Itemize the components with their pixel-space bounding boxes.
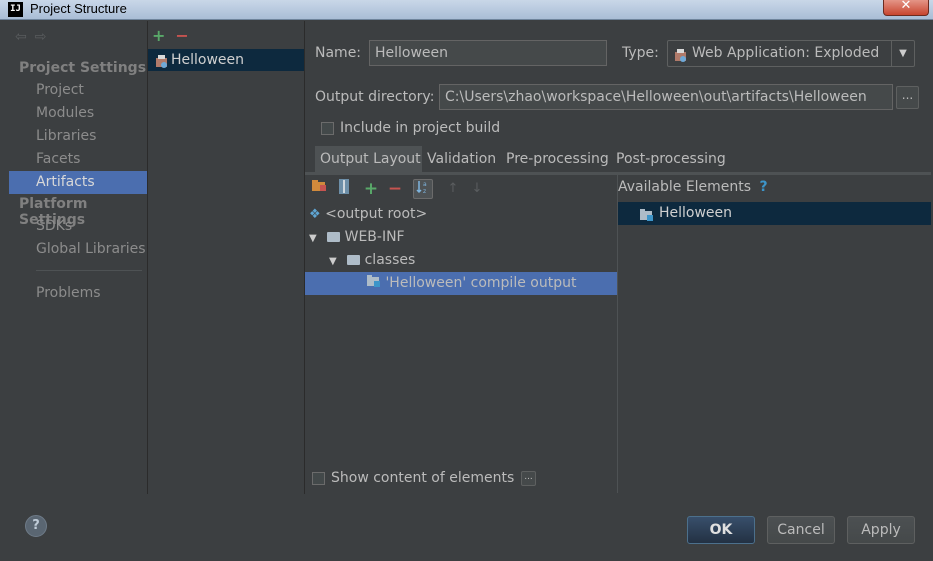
create-directory-icon[interactable] [309,179,329,199]
tree-row-output-root[interactable]: ❖ <output root> [305,203,617,226]
back-arrow-icon[interactable]: ⇦ [15,29,27,45]
tree-row-label: classes [364,252,416,268]
project-structure-dialog: IJ Project Structure ✕ ⇦ ⇨ Project Settin… [0,0,933,561]
dialog-button-bar: ? OK Cancel Apply [0,494,933,561]
output-directory-field[interactable]: C:\Users\zhao\workspace\Helloween\out\ar… [439,84,893,110]
tree-row-web-inf[interactable]: ▼ WEB-INF [305,226,617,249]
expand-arrow-icon[interactable]: ▼ [329,256,337,267]
module-folder-icon [640,206,654,228]
available-elements-label: Available Elements [618,179,752,195]
nav-item-artifacts[interactable]: Artifacts [9,171,147,194]
nav-item-facets[interactable]: Facets [9,148,147,171]
type-combo[interactable]: Web Application: Exploded ▼ [667,40,915,67]
expand-arrow-icon[interactable]: ▼ [309,233,317,244]
ok-button[interactable]: OK [687,516,755,544]
module-output-icon [367,275,385,291]
tab-pre-processing[interactable]: Pre-processing [501,146,614,173]
available-elements-title: Available Elements ? [618,179,768,195]
folder-icon [327,232,341,242]
project-settings-header: Project Settings [19,60,147,76]
include-in-build-label: Include in project build [340,120,501,136]
artifact-item[interactable]: Helloween [148,49,304,71]
add-element-button[interactable]: + [361,179,381,199]
create-archive-icon[interactable] [334,179,354,199]
web-artifact-icon [155,53,168,75]
svg-text:a: a [423,181,427,188]
output-directory-label: Output directory: [315,89,435,105]
available-element-label: Helloween [659,205,733,221]
move-up-icon[interactable]: ↑ [443,179,463,199]
close-button[interactable]: ✕ [883,0,929,16]
tree-row-label: <output root> [325,206,428,222]
type-label: Type: [622,45,659,61]
dropdown-arrow-icon: ▼ [891,41,914,66]
nav-item-project[interactable]: Project [9,79,147,102]
show-content-label: Show content of elements [331,470,515,486]
artifact-label: Helloween [171,52,245,68]
artifacts-list-panel: + − Helloween [148,21,304,493]
intellij-icon: IJ [8,2,23,17]
move-down-icon[interactable]: ↓ [467,179,487,199]
nav-item-modules[interactable]: Modules [9,102,147,125]
tab-validation[interactable]: Validation [422,146,502,173]
include-in-build-checkbox[interactable] [321,122,334,135]
artifacts-toolbar: + − [152,26,189,45]
tab-output-layout[interactable]: Output Layout [315,146,426,173]
browse-button[interactable]: ... [896,86,919,109]
tree-row-classes[interactable]: ▼ classes [305,249,617,272]
type-value: Web Application: Exploded [692,45,880,61]
nav-item-global-libraries[interactable]: Global Libraries [9,238,147,261]
sort-elements-icon[interactable]: az [413,179,433,199]
show-content-checkbox[interactable] [312,472,325,485]
forward-arrow-icon[interactable]: ⇨ [35,29,47,45]
web-artifact-icon [674,46,687,71]
cancel-button[interactable]: Cancel [767,516,835,544]
tab-post-processing[interactable]: Post-processing [611,146,731,173]
tree-row-label: WEB-INF [344,229,405,245]
remove-element-button[interactable]: − [385,179,405,199]
window-title: Project Structure [30,1,127,16]
remove-artifact-button[interactable]: − [175,26,188,45]
output-root-icon: ❖ [309,207,321,222]
settings-nav: ⇦ ⇨ Project Settings Project Modules Libr… [9,21,148,493]
nav-item-sdks[interactable]: SDKs [9,215,147,238]
name-field[interactable]: Helloween [369,40,607,66]
tree-row-label: 'Helloween' compile output [385,275,577,291]
more-options-button[interactable]: ... [521,471,536,486]
tree-row-compile-output[interactable]: 'Helloween' compile output [305,272,617,295]
artifact-editor: Name: Helloween Type: Web Application: E… [305,21,931,493]
folder-icon [347,255,361,265]
nav-item-problems[interactable]: Problems [9,282,147,305]
name-label: Name: [315,45,362,61]
available-element-item[interactable]: Helloween [618,202,931,225]
svg-text:z: z [423,188,426,194]
help-button[interactable]: ? [25,515,47,537]
nav-history: ⇦ ⇨ [15,29,54,45]
help-icon[interactable]: ? [760,179,768,195]
add-artifact-button[interactable]: + [152,26,165,45]
apply-button[interactable]: Apply [847,516,915,544]
output-layout-panel: + − az ↑ ↓ ❖ <output root> ▼ WEB-INF ▼ c… [305,175,617,493]
nav-divider [36,270,142,271]
title-bar: IJ Project Structure ✕ [0,0,933,20]
nav-item-libraries[interactable]: Libraries [9,125,147,148]
